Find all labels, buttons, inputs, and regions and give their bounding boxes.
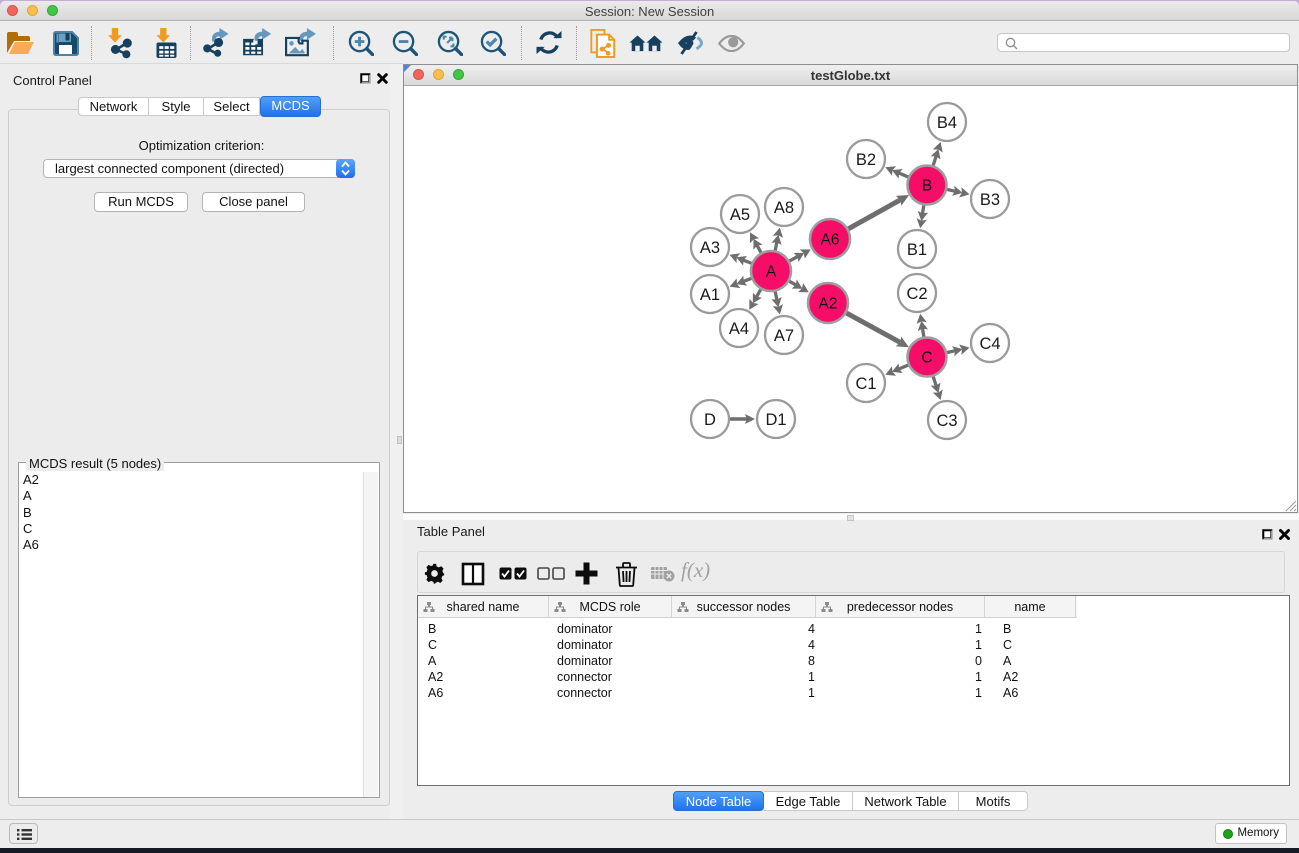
svg-text:C1: C1 bbox=[855, 375, 876, 393]
svg-text:A7: A7 bbox=[774, 327, 794, 345]
svg-text:A1: A1 bbox=[700, 286, 720, 304]
svg-text:B3: B3 bbox=[980, 191, 1000, 209]
svg-text:A3: A3 bbox=[700, 239, 720, 257]
svg-text:B4: B4 bbox=[937, 114, 957, 132]
svg-text:C2: C2 bbox=[906, 285, 927, 303]
svg-text:A4: A4 bbox=[729, 320, 749, 338]
svg-text:A: A bbox=[766, 264, 777, 281]
svg-text:D1: D1 bbox=[765, 411, 786, 429]
svg-text:B1: B1 bbox=[907, 241, 927, 259]
svg-text:A6: A6 bbox=[821, 232, 840, 249]
svg-text:A2: A2 bbox=[819, 296, 838, 313]
svg-text:D: D bbox=[704, 411, 716, 429]
svg-text:A8: A8 bbox=[774, 199, 794, 217]
svg-text:C3: C3 bbox=[936, 412, 957, 430]
svg-text:B2: B2 bbox=[856, 151, 876, 169]
svg-text:C4: C4 bbox=[979, 335, 1000, 353]
svg-text:A5: A5 bbox=[730, 206, 750, 224]
svg-text:B: B bbox=[922, 178, 932, 195]
svg-text:C: C bbox=[921, 350, 932, 367]
